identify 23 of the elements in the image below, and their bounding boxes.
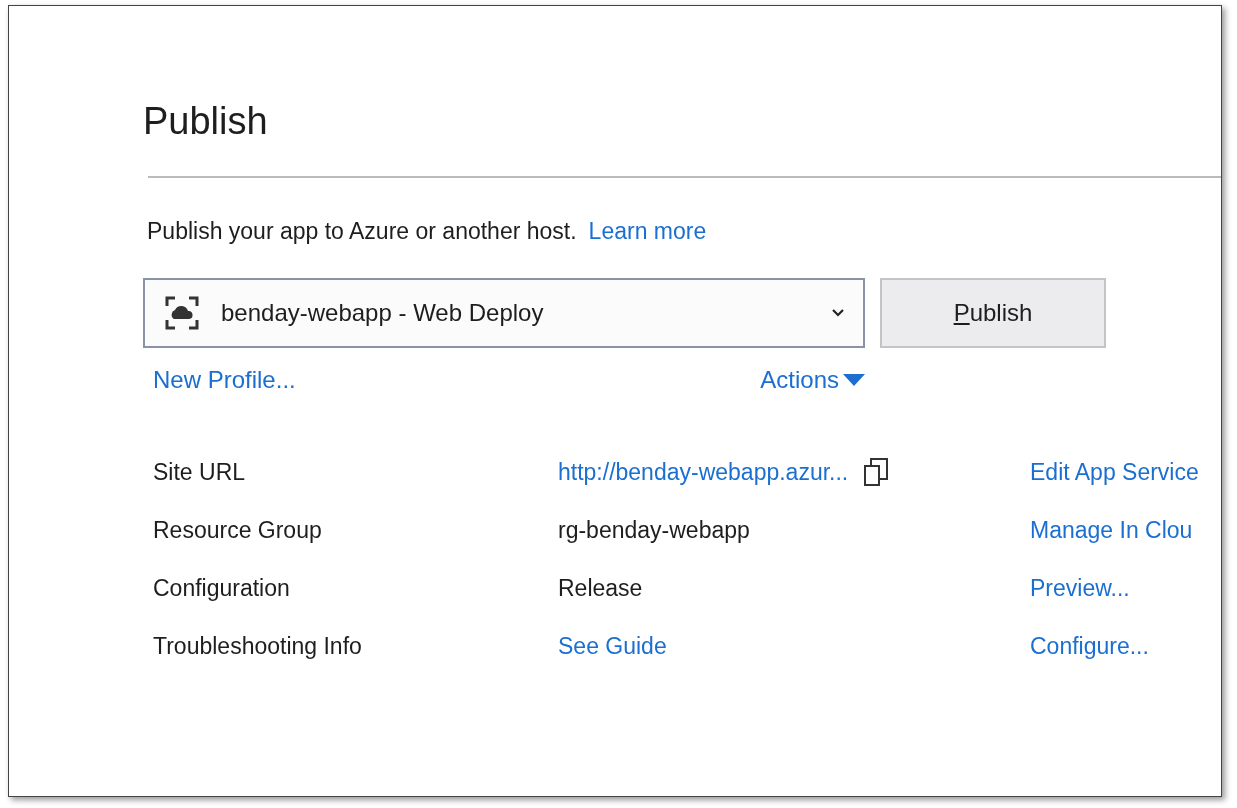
intro-text: Publish your app to Azure or another host. <box>147 218 577 245</box>
caret-icon <box>843 374 865 386</box>
copy-icon[interactable] <box>862 457 891 487</box>
detail-action-link[interactable]: Edit App Service <box>1030 458 1221 486</box>
detail-link[interactable]: See Guide <box>558 632 667 660</box>
new-profile-link[interactable]: New Profile... <box>153 366 296 394</box>
profile-dropdown[interactable]: benday-webapp - Web Deploy <box>143 278 865 348</box>
detail-value: rg-benday-webapp <box>558 516 750 544</box>
page-title: Publish <box>143 99 269 144</box>
detail-label: Configuration <box>153 574 291 602</box>
detail-link[interactable]: http://benday-webapp.azur... <box>558 458 849 486</box>
detail-action-link[interactable]: Preview... <box>1030 574 1221 602</box>
detail-label: Site URL <box>153 458 247 486</box>
actions-link[interactable]: Actions <box>760 366 865 394</box>
detail-value: Release <box>558 574 643 602</box>
detail-label: Resource Group <box>153 516 323 544</box>
publish-button[interactable]: Publish <box>880 278 1106 348</box>
learn-more-link[interactable]: Learn more <box>588 218 707 245</box>
cloud-frame-icon <box>165 296 199 330</box>
detail-action-link[interactable]: Configure... <box>1030 632 1221 660</box>
detail-label: Troubleshooting Info <box>153 632 363 660</box>
detail-action-link[interactable]: Manage In Clou <box>1030 516 1221 544</box>
chevron-down-icon <box>831 308 845 318</box>
